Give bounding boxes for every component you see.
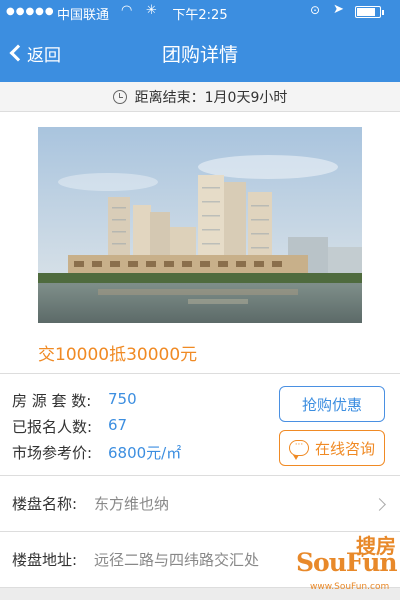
watermark-url: www.SouFun.com bbox=[310, 582, 390, 592]
promo-section: 交10000抵30000元 bbox=[0, 112, 400, 374]
watermark-brand: SouFun bbox=[296, 548, 398, 577]
stat-row-price: 市场参考价: 6800元/㎡ bbox=[12, 442, 181, 463]
top-bar: ●●●●● 中国联通 ◠ ✳ 下午2:25 ⊙ ➤ 返回 团购详情 bbox=[0, 0, 400, 82]
stat-label: 已报名人数: bbox=[12, 418, 93, 436]
info-value: 东方维也纳 bbox=[94, 495, 170, 513]
stat-row-signups: 已报名人数: 67 bbox=[12, 416, 127, 437]
countdown-remaining: 1月0天9小时 bbox=[204, 89, 288, 106]
info-value: 远径二路与四纬路交汇处 bbox=[94, 551, 260, 569]
property-name-row[interactable]: 楼盘名称: 东方维也纳 bbox=[0, 476, 400, 532]
online-consult-label: 在线咨询 bbox=[314, 439, 375, 458]
status-bar: ●●●●● 中国联通 ◠ ✳ 下午2:25 ⊙ ➤ bbox=[0, 0, 400, 24]
clock-icon bbox=[112, 89, 127, 104]
countdown-label: 距离结束： bbox=[134, 89, 205, 106]
info-label: 楼盘地址: bbox=[12, 551, 78, 569]
battery-fill bbox=[357, 8, 375, 16]
stat-label: 市场参考价: bbox=[12, 444, 93, 462]
soufun-watermark: 搜房 SouFun www.SouFun.com bbox=[292, 530, 400, 600]
countdown-bar: 距离结束： 1月0天9小时 bbox=[0, 82, 400, 112]
stat-value: 67 bbox=[108, 416, 128, 434]
stat-value: 750 bbox=[108, 390, 137, 408]
stats-section: 房 源 套 数: 750 已报名人数: 67 市场参考价: 6800元/㎡ 抢购… bbox=[0, 374, 400, 476]
rotation-lock-icon: ⊙ bbox=[310, 3, 321, 17]
stat-label: 房 源 套 数: bbox=[12, 392, 92, 410]
property-photo-illustration bbox=[38, 127, 362, 323]
online-consult-button[interactable]: ··· 在线咨询 bbox=[279, 430, 385, 466]
navigation-bar: 返回 团购详情 bbox=[0, 24, 400, 82]
grab-discount-button[interactable]: 抢购优惠 bbox=[279, 386, 385, 422]
chat-bubble-icon: ··· bbox=[288, 440, 309, 460]
chevron-right-icon bbox=[373, 498, 386, 511]
page-title: 团购详情 bbox=[161, 44, 238, 66]
battery-icon bbox=[355, 6, 384, 18]
property-photo[interactable] bbox=[38, 127, 362, 323]
info-label: 楼盘名称: bbox=[12, 495, 78, 513]
stat-row-units: 房 源 套 数: 750 bbox=[12, 390, 137, 411]
stat-value: 6800元/㎡ bbox=[108, 444, 182, 462]
offer-text: 交10000抵30000元 bbox=[38, 345, 198, 365]
location-arrow-icon: ➤ bbox=[333, 2, 344, 17]
